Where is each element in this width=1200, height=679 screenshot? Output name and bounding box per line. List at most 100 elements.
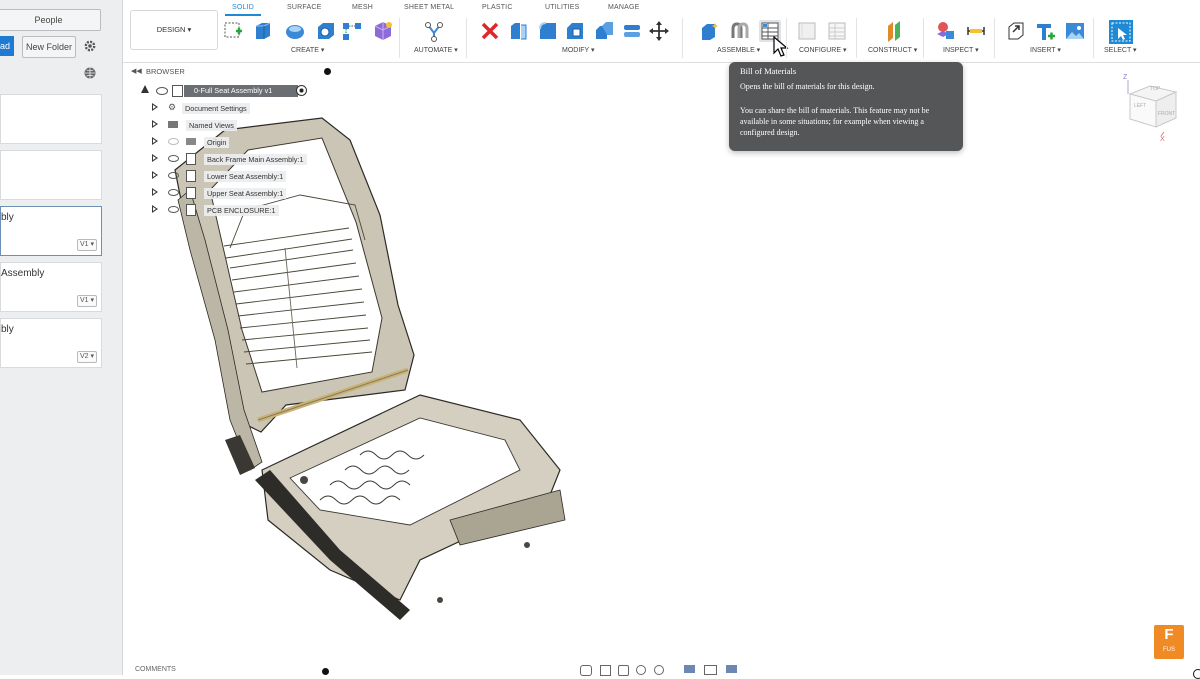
- visibility-eye-icon[interactable]: [156, 87, 168, 95]
- viewcube-front-face[interactable]: FRONT: [1158, 111, 1175, 117]
- assemble-menu[interactable]: ASSEMBLE ▾: [717, 46, 760, 54]
- look-at-icon[interactable]: [600, 665, 611, 676]
- globe-icon[interactable]: [83, 66, 97, 80]
- gear-icon[interactable]: [83, 39, 97, 53]
- expand-icon[interactable]: [152, 205, 158, 213]
- tab-plastic[interactable]: PLASTIC: [482, 4, 513, 11]
- select-icon[interactable]: [1109, 20, 1133, 44]
- fit-icon[interactable]: [654, 665, 664, 675]
- modify-menu[interactable]: MODIFY ▾: [562, 46, 595, 54]
- expand-icon[interactable]: [152, 171, 158, 179]
- insert-mesh-icon[interactable]: [1034, 20, 1056, 42]
- browser-item-lower-seat[interactable]: Lower Seat Assembly:1: [152, 169, 322, 183]
- tab-manage[interactable]: MANAGE: [608, 4, 640, 11]
- visibility-eye-icon[interactable]: [168, 189, 179, 196]
- pan-icon[interactable]: [618, 665, 629, 676]
- automate-icon[interactable]: [423, 20, 445, 42]
- configure-icon[interactable]: [796, 20, 818, 42]
- display-settings-icon[interactable]: [684, 665, 695, 673]
- tab-sheet-metal[interactable]: SHEET METAL: [404, 4, 454, 11]
- revolve-icon[interactable]: [284, 20, 306, 42]
- browser-item-document-settings[interactable]: ⚙ Document Settings: [152, 101, 292, 115]
- visibility-eye-icon[interactable]: [168, 172, 179, 179]
- file-card[interactable]: bly V1 ▾: [0, 206, 102, 256]
- tab-solid[interactable]: SOLID: [232, 4, 254, 11]
- browser-item-named-views[interactable]: Named Views: [152, 118, 292, 132]
- create-menu[interactable]: CREATE ▾: [291, 46, 324, 54]
- people-button[interactable]: People: [0, 9, 101, 31]
- toolbar: DESIGN ▾ SOLID SURFACE MESH SHEET METAL …: [123, 0, 1200, 63]
- hidden-eye-icon[interactable]: [168, 138, 179, 145]
- form-icon[interactable]: [372, 20, 394, 42]
- file-card[interactable]: [0, 150, 102, 200]
- tab-mesh[interactable]: MESH: [352, 4, 373, 11]
- browser-header[interactable]: ◀◀ BROWSER: [127, 64, 337, 80]
- browser-item-pcb-enclosure[interactable]: PCB ENCLOSURE:1: [152, 203, 322, 217]
- file-card[interactable]: [0, 94, 102, 144]
- hole-icon[interactable]: [315, 20, 337, 42]
- scroll-indicator-icon[interactable]: [1193, 669, 1200, 679]
- browser-item-back-frame[interactable]: Back Frame Main Assembly:1: [152, 152, 322, 166]
- select-menu[interactable]: SELECT ▾: [1104, 46, 1137, 54]
- folder-icon: [168, 121, 178, 128]
- zoom-icon[interactable]: [636, 665, 646, 675]
- viewcube[interactable]: Z TOP LEFT FRONT X: [1120, 74, 1190, 146]
- version-dropdown[interactable]: V1 ▾: [76, 295, 97, 307]
- comments-add-icon[interactable]: [322, 668, 329, 675]
- offset-plane-icon[interactable]: [883, 20, 905, 42]
- version-dropdown[interactable]: V2 ▾: [76, 351, 97, 363]
- collapse-browser-icon[interactable]: ◀◀: [131, 67, 142, 75]
- file-card[interactable]: bly V2 ▾: [0, 318, 102, 368]
- press-pull-icon[interactable]: [507, 20, 529, 42]
- new-folder-button[interactable]: New Folder: [22, 36, 76, 58]
- upload-button[interactable]: ad: [0, 36, 14, 56]
- expand-icon[interactable]: [152, 137, 158, 145]
- delete-icon[interactable]: [479, 20, 501, 42]
- viewcube-top-face[interactable]: TOP: [1150, 86, 1160, 92]
- new-component-icon[interactable]: [222, 20, 244, 42]
- file-card[interactable]: Assembly V1 ▾: [0, 262, 102, 312]
- browser-item-upper-seat[interactable]: Upper Seat Assembly:1: [152, 186, 322, 200]
- configuration-table-icon[interactable]: [826, 20, 848, 42]
- pattern-icon[interactable]: [341, 20, 363, 42]
- comments-panel-header[interactable]: COMMENTS: [135, 666, 176, 673]
- expand-icon[interactable]: [152, 188, 158, 196]
- expand-icon[interactable]: [152, 103, 158, 111]
- workspace-dropdown[interactable]: DESIGN ▾: [130, 10, 218, 50]
- automate-menu[interactable]: AUTOMATE ▾: [414, 46, 458, 54]
- expand-icon[interactable]: [152, 120, 158, 128]
- visibility-eye-icon[interactable]: [168, 206, 179, 213]
- tooltip-title: Bill of Materials: [740, 66, 797, 76]
- chamfer-icon[interactable]: [564, 20, 586, 42]
- insert-menu[interactable]: INSERT ▾: [1030, 46, 1061, 54]
- insert-canvas-icon[interactable]: [1064, 20, 1086, 42]
- browser-item-origin[interactable]: Origin: [152, 135, 292, 149]
- component-link-icon: [186, 153, 196, 165]
- tab-surface[interactable]: SURFACE: [287, 4, 321, 11]
- orbit-icon[interactable]: [580, 665, 592, 676]
- version-dropdown[interactable]: V1 ▾: [76, 239, 97, 251]
- construct-menu[interactable]: CONSTRUCT ▾: [868, 46, 917, 54]
- measure-icon[interactable]: [965, 20, 987, 42]
- browser-options-icon[interactable]: [324, 68, 331, 75]
- extrude-icon[interactable]: [252, 20, 274, 42]
- insert-derive-icon[interactable]: [1005, 20, 1027, 42]
- tab-utilities[interactable]: UTILITIES: [545, 4, 579, 11]
- grid-settings-icon[interactable]: [704, 665, 717, 675]
- expand-icon[interactable]: [152, 154, 158, 162]
- fillet-icon[interactable]: [537, 20, 559, 42]
- new-component-assemble-icon[interactable]: [699, 20, 721, 42]
- activate-radio-icon[interactable]: [296, 85, 307, 96]
- combine-icon[interactable]: [621, 20, 643, 42]
- shell-icon[interactable]: [593, 20, 615, 42]
- visibility-eye-icon[interactable]: [168, 155, 179, 162]
- root-expand-icon[interactable]: [141, 85, 149, 93]
- viewports-icon[interactable]: [726, 665, 737, 673]
- configure-menu[interactable]: CONFIGURE ▾: [799, 46, 846, 54]
- viewcube-left-face[interactable]: LEFT: [1134, 103, 1146, 109]
- browser-root-node[interactable]: 0-Full Seat Assembly v1: [140, 84, 340, 98]
- joint-icon[interactable]: [729, 20, 751, 42]
- display-settings-icon[interactable]: [934, 20, 956, 42]
- inspect-menu[interactable]: INSPECT ▾: [943, 46, 979, 54]
- move-icon[interactable]: [648, 20, 670, 42]
